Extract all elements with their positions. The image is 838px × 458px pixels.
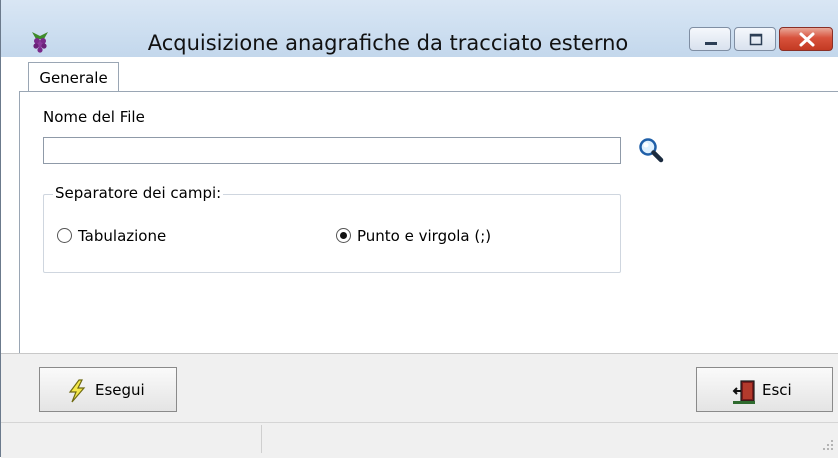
radio-checked-icon[interactable] [336, 228, 351, 243]
close-button[interactable] [779, 27, 833, 51]
file-name-label: Nome del File [43, 108, 145, 126]
maximize-icon [749, 33, 763, 46]
exit-door-icon [732, 379, 755, 404]
esci-label: Esci [762, 381, 792, 399]
radio-punto-e-virgola[interactable]: Punto e virgola (;) [336, 227, 516, 249]
radio-tabulazione-label: Tabulazione [78, 227, 167, 245]
esegui-label: Esegui [95, 381, 145, 399]
tab-generale[interactable]: Generale [28, 62, 119, 92]
resize-grip-icon[interactable] [821, 437, 835, 451]
minimize-button[interactable] [689, 27, 731, 51]
esegui-button[interactable]: Esegui [39, 367, 177, 412]
maximize-button[interactable] [734, 27, 776, 51]
separator-legend: Separatore dei campi: [53, 184, 224, 202]
app-window: Acquisizione anagrafiche da tracciato es… [0, 0, 838, 458]
close-icon [799, 32, 815, 47]
file-name-input[interactable] [43, 137, 621, 164]
radio-unchecked-icon[interactable] [57, 228, 72, 243]
minimize-icon [705, 42, 717, 45]
radio-tabulazione[interactable]: Tabulazione [57, 227, 197, 249]
status-bar [1, 422, 838, 458]
esci-button[interactable]: Esci [696, 367, 833, 412]
tab-strip: Generale [19, 57, 838, 92]
magnifier-icon[interactable] [637, 136, 665, 164]
lightning-icon [66, 379, 88, 403]
radio-punto-e-virgola-label: Punto e virgola (;) [357, 227, 492, 245]
title-bar[interactable]: Acquisizione anagrafiche da tracciato es… [1, 0, 838, 57]
status-divider [261, 425, 262, 453]
